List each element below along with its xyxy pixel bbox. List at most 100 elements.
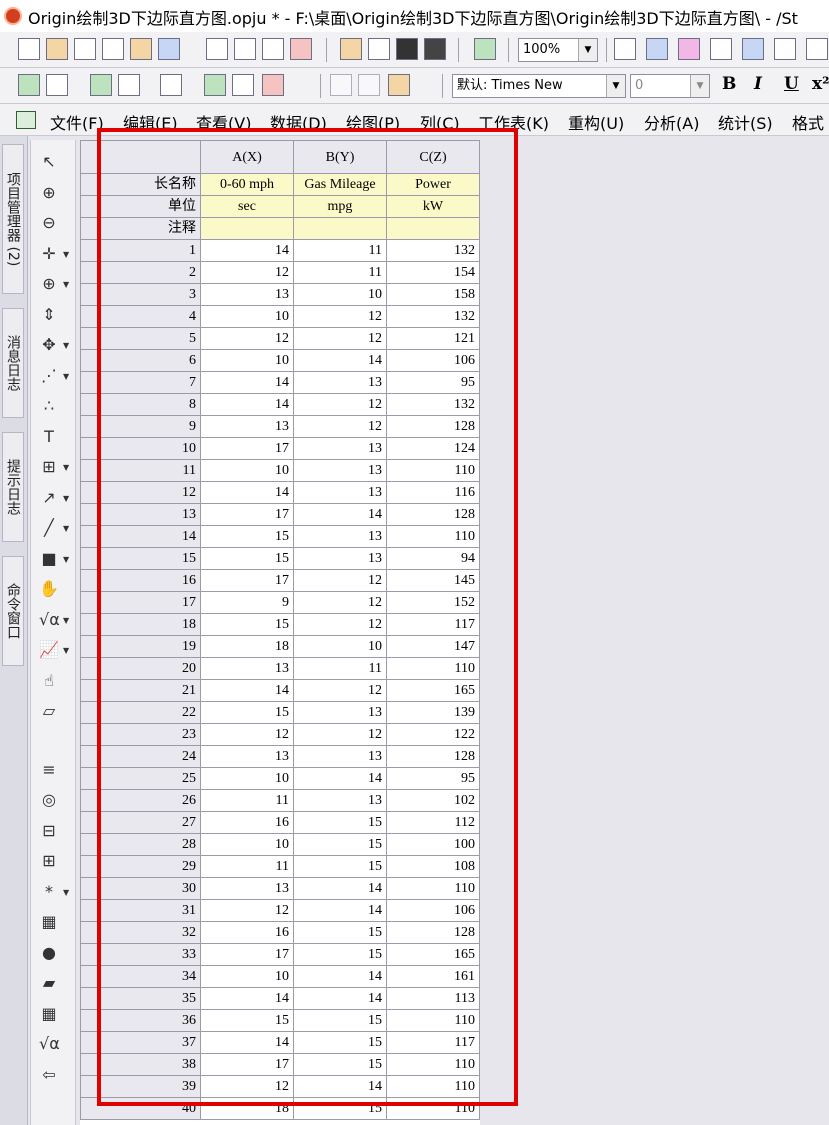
new-function-icon[interactable] bbox=[158, 38, 180, 60]
menu-reshape[interactable]: 重构(U) bbox=[568, 110, 624, 134]
new-folder-icon[interactable] bbox=[46, 38, 68, 60]
chevron-down-icon: ▼ bbox=[690, 75, 709, 97]
tools-toolbar: ↖ ⊕ ⊖ ✛ ▼ ⊕ ▼ ⇕ ✥ ▼ ⋰ ▼ ∴ T ⊞ ▼ ↗ ▼ ╱ ▼ ■ ▼ ✋ √α ▼ 📈 ▼ ☝ ▱ ≡ ◎ ⊟ ⊞ * ▼ ▦ ● ▰ ▦… bbox=[30, 140, 76, 1125]
statistics-icon[interactable] bbox=[262, 74, 284, 96]
column-list-icon[interactable]: ≡ bbox=[39, 760, 59, 780]
tree-icon[interactable] bbox=[806, 38, 828, 60]
cut-icon[interactable] bbox=[330, 74, 352, 96]
new-notes-icon[interactable] bbox=[234, 38, 256, 60]
chevron-down-icon[interactable]: ▼ bbox=[63, 280, 69, 289]
add-row-icon[interactable] bbox=[90, 74, 112, 96]
folder-icon[interactable]: ▰ bbox=[39, 973, 59, 993]
camera-icon[interactable] bbox=[232, 74, 254, 96]
calculator-icon[interactable]: ▦ bbox=[39, 912, 59, 932]
graph-insert-icon[interactable]: 📈 bbox=[39, 640, 59, 660]
worksheet-toolbar: 默认: Times New ▼ 0 ▼ B I U x² bbox=[0, 68, 829, 104]
scatter-points-icon[interactable]: ∴ bbox=[39, 396, 59, 416]
open-icon[interactable] bbox=[340, 38, 362, 60]
region-mask-icon[interactable]: ✥ bbox=[39, 335, 59, 355]
chevron-down-icon[interactable]: ▼ bbox=[63, 555, 69, 564]
font-size-value: 0 bbox=[635, 78, 644, 93]
superscript-button[interactable]: x² bbox=[812, 74, 829, 94]
new-matrix-icon[interactable] bbox=[130, 38, 152, 60]
marker-icon[interactable]: * bbox=[39, 882, 59, 902]
table-tool-icon[interactable]: ⊞ bbox=[39, 457, 59, 477]
new-excel-icon[interactable] bbox=[262, 38, 284, 60]
font-value: 默认: Times New bbox=[457, 78, 563, 93]
data-reader-icon[interactable]: ⊕ bbox=[39, 274, 59, 294]
print-icon[interactable] bbox=[614, 38, 636, 60]
save-template-icon[interactable] bbox=[424, 38, 446, 60]
chevron-down-icon[interactable]: ▼ bbox=[63, 646, 69, 655]
underline-button[interactable]: U bbox=[784, 74, 799, 94]
tab-project-explorer[interactable]: 项目管理器 (2) bbox=[2, 144, 24, 294]
tab-message-log[interactable]: 消息日志 bbox=[2, 308, 24, 418]
menu-analysis[interactable]: 分析(A) bbox=[644, 110, 699, 134]
sqrt-icon[interactable]: √α bbox=[39, 1034, 60, 1054]
circle-tool-icon[interactable]: ◎ bbox=[39, 790, 59, 810]
insert-column-icon[interactable] bbox=[118, 74, 140, 96]
new-project-icon[interactable] bbox=[18, 38, 40, 60]
export-icon[interactable] bbox=[678, 38, 700, 60]
chevron-down-icon[interactable]: ▼ bbox=[63, 372, 69, 381]
font-size-select[interactable]: 0 ▼ bbox=[630, 74, 710, 98]
menu-statistics[interactable]: 统计(S) bbox=[718, 110, 773, 134]
chevron-down-icon[interactable]: ▼ bbox=[63, 250, 69, 259]
rectangle-tool-icon[interactable]: ■ bbox=[39, 549, 59, 569]
zoom-out-icon[interactable]: ⊖ bbox=[39, 213, 59, 233]
arrow-tool-icon[interactable]: ↗ bbox=[39, 488, 59, 508]
layer-hand-icon[interactable]: ☝ bbox=[39, 671, 59, 691]
chevron-down-icon[interactable]: ▼ bbox=[63, 616, 69, 625]
new-workbook-icon[interactable] bbox=[74, 38, 96, 60]
save-project-icon[interactable] bbox=[396, 38, 418, 60]
chevron-down-icon[interactable]: ▼ bbox=[63, 888, 69, 897]
menu-format[interactable]: 格式 bbox=[792, 110, 824, 134]
row-number-icon[interactable] bbox=[46, 74, 68, 96]
new-script-icon[interactable] bbox=[290, 38, 312, 60]
line-tool-icon[interactable]: ╱ bbox=[39, 518, 59, 538]
window-title: Origin绘制3D下边际直方图.opju * - F:\桌面\Origin绘制… bbox=[28, 9, 798, 28]
standard-toolbar: 100% ▼ bbox=[0, 32, 829, 68]
open-template-icon[interactable] bbox=[368, 38, 390, 60]
bold-button[interactable]: B bbox=[722, 74, 736, 94]
chevron-down-icon[interactable]: ▼ bbox=[63, 463, 69, 472]
pointer-icon[interactable]: ↖ bbox=[39, 152, 59, 172]
screen-reader-icon[interactable]: ✛ bbox=[39, 244, 59, 264]
new-graph-icon[interactable] bbox=[102, 38, 124, 60]
chevron-down-icon: ▼ bbox=[578, 39, 597, 61]
zoom-select[interactable]: 100% ▼ bbox=[518, 38, 598, 62]
formula-table-icon[interactable]: ⊞ bbox=[39, 851, 59, 871]
list-icon[interactable] bbox=[742, 38, 764, 60]
dock-tab-strip: 项目管理器 (2) 消息日志 提示日志 命令窗口 bbox=[0, 136, 28, 1125]
recalculate-icon[interactable] bbox=[474, 38, 496, 60]
chevron-down-icon[interactable]: ▼ bbox=[63, 494, 69, 503]
zoom-value: 100% bbox=[523, 42, 561, 57]
slideshow-icon[interactable] bbox=[646, 38, 668, 60]
zoom-in-icon[interactable]: ⊕ bbox=[39, 183, 59, 203]
layers-icon[interactable] bbox=[774, 38, 796, 60]
draw-data-icon[interactable]: ⋰ bbox=[39, 366, 59, 386]
back-arrow-icon[interactable]: ⇦ bbox=[39, 1065, 59, 1085]
mark-red-icon[interactable]: ● bbox=[39, 943, 59, 963]
grid-icon[interactable]: ▦ bbox=[39, 1004, 59, 1024]
hand-tool-icon[interactable]: ✋ bbox=[39, 579, 59, 599]
new-layout-icon[interactable] bbox=[206, 38, 228, 60]
align-tool-icon[interactable]: ⊟ bbox=[39, 821, 59, 841]
text-tool-icon[interactable]: T bbox=[39, 427, 59, 447]
copy-sheet-icon[interactable] bbox=[160, 74, 182, 96]
paste-icon[interactable] bbox=[388, 74, 410, 96]
object-icon[interactable]: ▱ bbox=[39, 701, 59, 721]
chevron-down-icon[interactable]: ▼ bbox=[63, 341, 69, 350]
add-column-icon[interactable] bbox=[18, 74, 40, 96]
edit-icon[interactable] bbox=[710, 38, 732, 60]
copy-icon[interactable] bbox=[358, 74, 380, 96]
font-select[interactable]: 默认: Times New ▼ bbox=[452, 74, 626, 98]
chevron-down-icon[interactable]: ▼ bbox=[63, 524, 69, 533]
equation-tool-icon[interactable]: √α bbox=[39, 610, 60, 630]
set-xy-icon[interactable] bbox=[204, 74, 226, 96]
menu-file[interactable]: 文件(F) bbox=[50, 110, 104, 134]
italic-button[interactable]: I bbox=[754, 74, 762, 94]
tab-results-log[interactable]: 提示日志 bbox=[2, 432, 24, 542]
data-slider-icon[interactable]: ⇕ bbox=[39, 305, 59, 325]
tab-command-window[interactable]: 命令窗口 bbox=[2, 556, 24, 666]
